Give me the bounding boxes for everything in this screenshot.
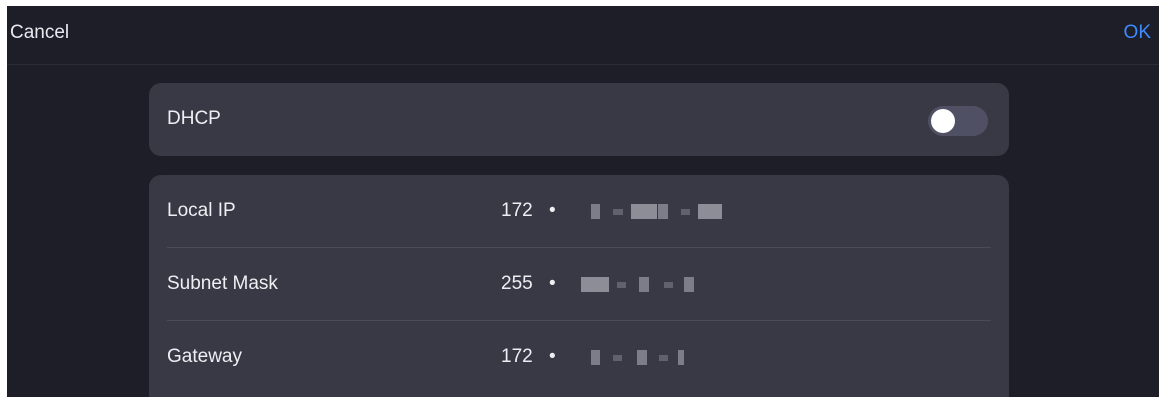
redacted-separator [659, 355, 668, 361]
redacted-octet [678, 350, 684, 365]
gateway-separator: • [549, 346, 556, 367]
redacted-octet [581, 277, 609, 292]
redacted-octet [637, 350, 647, 365]
subnet-mask-row: Subnet Mask 255 • [149, 248, 1009, 321]
toggle-knob [931, 109, 955, 133]
ok-button[interactable]: OK [1124, 21, 1151, 45]
gateway-first-octet: 172 [501, 346, 533, 367]
subnet-mask-label: Subnet Mask [167, 273, 278, 294]
redacted-octet [591, 350, 600, 365]
local-ip-row: Local IP 172 • [149, 175, 1009, 248]
redacted-octet [684, 277, 694, 292]
mask-separator: • [549, 273, 556, 294]
dhcp-toggle[interactable] [928, 106, 988, 136]
subnet-mask-field[interactable]: 255 • [501, 272, 741, 298]
redacted-octet [631, 204, 657, 219]
redacted-separator [664, 282, 673, 288]
redacted-octet [639, 277, 649, 292]
gateway-row: Gateway 172 • [149, 321, 1009, 394]
redacted-octet [698, 204, 722, 219]
ip-separator: • [549, 200, 556, 221]
local-ip-field[interactable]: 172 • [501, 199, 741, 225]
redacted-separator [613, 355, 622, 361]
redacted-separator [617, 282, 626, 288]
redacted-separator [613, 209, 623, 215]
gateway-label: Gateway [167, 346, 242, 367]
cancel-button[interactable]: Cancel [10, 21, 69, 45]
top-bar: Cancel OK [7, 6, 1159, 65]
redacted-separator [681, 209, 690, 215]
redacted-octet [658, 204, 668, 219]
gateway-field[interactable]: 172 • [501, 345, 741, 371]
network-settings-screen: Cancel OK DHCP Local IP 172 • Subnet Mas… [7, 6, 1159, 397]
dhcp-label: DHCP [167, 108, 221, 129]
dhcp-card: DHCP [149, 83, 1009, 156]
ip-first-octet: 172 [501, 200, 533, 221]
local-ip-label: Local IP [167, 200, 236, 221]
mask-first-octet: 255 [501, 273, 533, 294]
network-card: Local IP 172 • Subnet Mask 255 • Gateway… [149, 175, 1009, 397]
redacted-octet [591, 204, 600, 219]
